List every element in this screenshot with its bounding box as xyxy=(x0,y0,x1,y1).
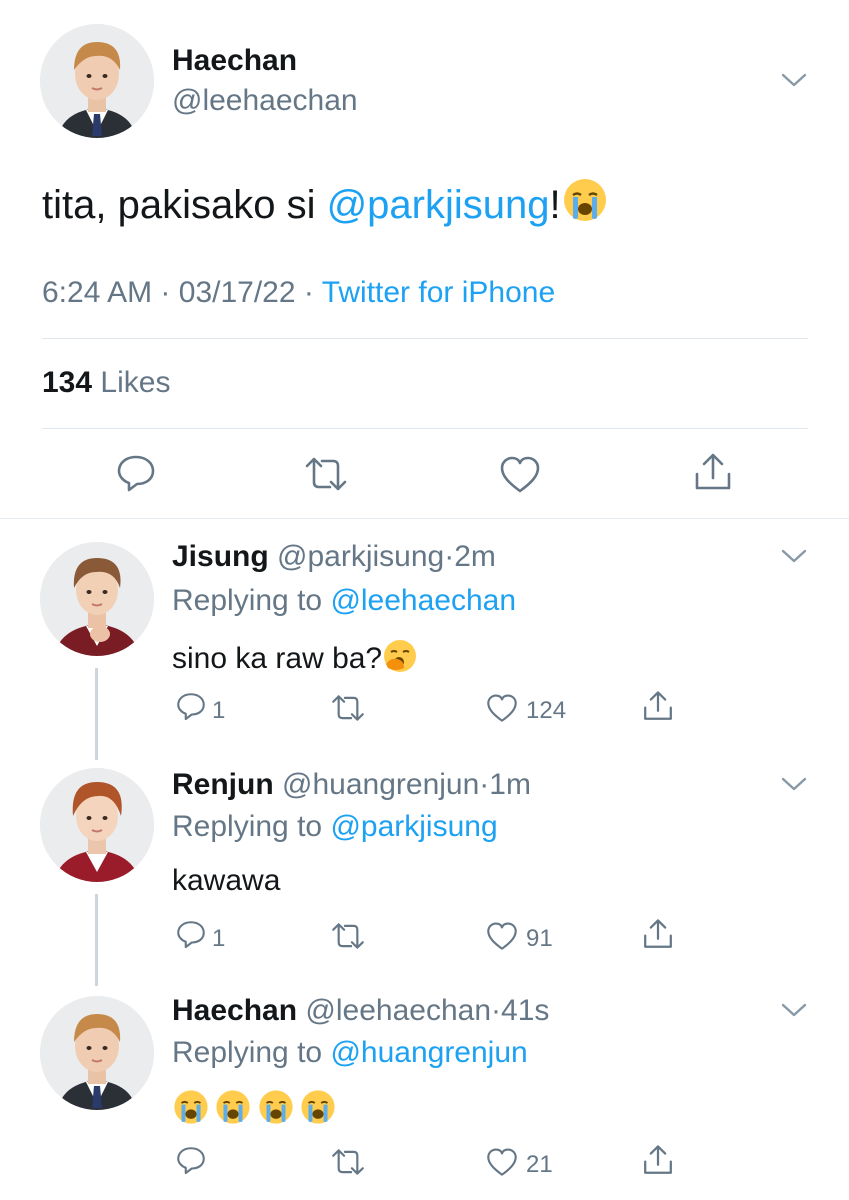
divider xyxy=(42,338,808,339)
replying-to-line: Replying to @huangrenjun xyxy=(172,1036,528,1070)
main-handle[interactable]: @leehaechan xyxy=(172,84,358,118)
heart-icon[interactable] xyxy=(486,1148,518,1177)
reply-display-name[interactable]: Renjun xyxy=(172,768,274,801)
tweet-time: 6:24 AM xyxy=(42,276,153,309)
share-icon[interactable] xyxy=(642,690,674,722)
replying-to-label: Replying to xyxy=(172,1036,331,1069)
reply-emoji-row xyxy=(172,1088,337,1131)
tweet-source-link[interactable]: Twitter for iPhone xyxy=(322,276,555,309)
like-count: 91 xyxy=(526,925,553,952)
mention-link[interactable]: @huangrenjun xyxy=(330,1036,527,1069)
loudly-crying-emoji xyxy=(299,1088,337,1131)
mention-link[interactable]: @leehaechan xyxy=(330,584,516,617)
reply-display-name[interactable]: Haechan xyxy=(172,994,297,1027)
meta-separator: · xyxy=(491,994,502,1027)
reply-header: Jisung @parkjisung·2m xyxy=(172,540,496,574)
chevron-down-icon[interactable] xyxy=(781,1002,807,1018)
reply-count: 1 xyxy=(212,925,226,952)
meta-separator: · xyxy=(303,276,314,309)
reply-text-content: kawawa xyxy=(172,864,281,897)
loudly-crying-emoji xyxy=(214,1088,252,1131)
reply-icon[interactable] xyxy=(175,920,207,950)
like-count: 124 xyxy=(526,697,567,724)
reply-text: kawawa xyxy=(172,864,280,898)
mention-link[interactable]: @parkjisung xyxy=(330,810,497,843)
divider xyxy=(42,428,808,429)
reply-age: 41s xyxy=(501,994,550,1027)
avatar-haechan-main[interactable] xyxy=(40,24,154,138)
retweet-icon[interactable] xyxy=(330,1148,366,1176)
chevron-down-icon[interactable] xyxy=(781,72,807,88)
section-divider xyxy=(0,518,849,519)
likes-label: Likes xyxy=(100,366,171,399)
reply-icon[interactable] xyxy=(175,1146,207,1176)
reply-header: Renjun @huangrenjun·1m xyxy=(172,768,531,802)
loudly-crying-emoji xyxy=(257,1088,295,1131)
reply-handle[interactable]: @parkjisung xyxy=(277,540,444,573)
reply-header: Haechan @leehaechan·41s xyxy=(172,994,549,1028)
thread-line xyxy=(95,894,98,986)
main-tweet-text: tita, pakisako si @parkjisung! xyxy=(42,176,609,234)
heart-icon[interactable] xyxy=(486,694,518,723)
reply-display-name[interactable]: Jisung xyxy=(172,540,269,573)
tweet-date: 03/17/22 xyxy=(178,276,296,309)
meta-separator: · xyxy=(160,276,171,309)
share-icon[interactable] xyxy=(642,918,674,950)
retweet-icon[interactable] xyxy=(303,456,349,492)
yawning-emoji xyxy=(382,638,418,682)
retweet-icon[interactable] xyxy=(330,922,366,950)
share-icon[interactable] xyxy=(642,1144,674,1176)
reply-text-content: sino ka raw ba? xyxy=(172,642,383,675)
retweet-icon[interactable] xyxy=(330,694,366,722)
likes-count: 134 xyxy=(42,366,93,399)
meta-separator: · xyxy=(444,540,455,573)
share-icon[interactable] xyxy=(693,452,733,492)
reply-icon[interactable] xyxy=(115,454,157,494)
heart-icon[interactable] xyxy=(499,456,541,494)
avatar-haechan-reply[interactable] xyxy=(40,996,154,1110)
chevron-down-icon[interactable] xyxy=(781,548,807,564)
reply-text: sino ka raw ba? xyxy=(172,638,418,682)
loudly-crying-emoji xyxy=(561,176,609,234)
reply-icon[interactable] xyxy=(175,692,207,722)
reply-age: 1m xyxy=(489,768,531,801)
avatar-renjun[interactable] xyxy=(40,768,154,882)
meta-separator: · xyxy=(479,768,490,801)
replying-to-line: Replying to @parkjisung xyxy=(172,810,498,844)
mention-link[interactable]: @parkjisung xyxy=(327,183,550,227)
reply-count: 1 xyxy=(212,697,226,724)
reply-handle[interactable]: @leehaechan xyxy=(305,994,491,1027)
replying-to-label: Replying to xyxy=(172,810,331,843)
like-count: 21 xyxy=(526,1151,553,1178)
tweet-meta: 6:24 AM · 03/17/22 · Twitter for iPhone xyxy=(42,276,555,310)
replying-to-line: Replying to @leehaechan xyxy=(172,584,516,618)
reply-handle[interactable]: @huangrenjun xyxy=(282,768,479,801)
avatar-jisung[interactable] xyxy=(40,542,154,656)
replying-to-label: Replying to xyxy=(172,584,331,617)
main-display-name[interactable]: Haechan xyxy=(172,44,297,78)
loudly-crying-emoji xyxy=(172,1088,210,1131)
heart-icon[interactable] xyxy=(486,922,518,951)
tweet-text-part: tita, pakisako si xyxy=(42,183,327,227)
thread-line xyxy=(95,668,98,760)
chevron-down-icon[interactable] xyxy=(781,776,807,792)
likes-stat[interactable]: 134 Likes xyxy=(42,366,170,400)
tweet-text-part: ! xyxy=(549,183,561,227)
reply-age: 2m xyxy=(454,540,496,573)
